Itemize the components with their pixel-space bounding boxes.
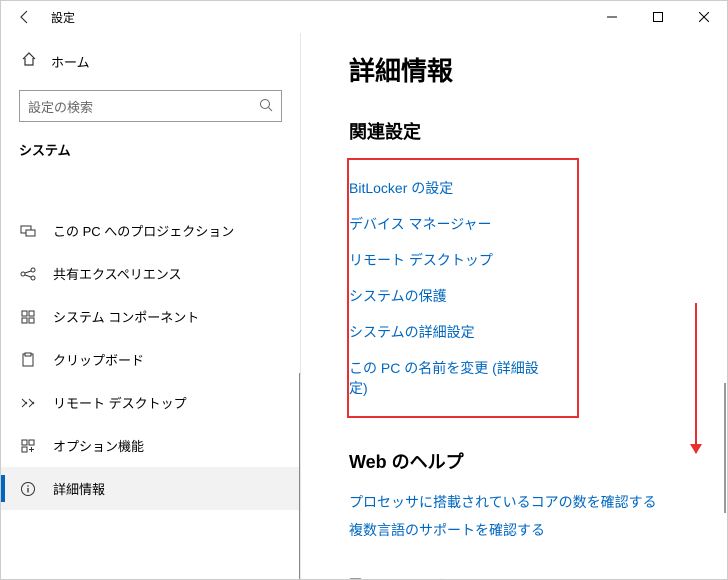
sidebar-item-label: クリップボード: [53, 350, 144, 369]
remote-desktop-icon: [19, 395, 37, 411]
help-icon: ?: [349, 577, 365, 580]
sidebar-item-label: 詳細情報: [53, 479, 105, 498]
sidebar-item-label: リモート デスクトップ: [53, 393, 187, 412]
link-processor-cores[interactable]: プロセッサに搭載されているコアの数を確認する: [349, 488, 727, 516]
sidebar-item-projection[interactable]: この PC へのプロジェクション: [1, 209, 300, 252]
sidebar: ホーム 設定の検索 システム この PC へのプロジェクション 共有エクスペリエ…: [1, 33, 301, 579]
maximize-icon: [653, 12, 663, 22]
search-placeholder: 設定の検索: [28, 97, 259, 116]
sidebar-item-optional-features[interactable]: オプション機能: [1, 424, 300, 467]
sidebar-section-title: システム: [1, 140, 300, 173]
search-input[interactable]: 設定の検索: [19, 90, 282, 122]
sidebar-divider: [299, 373, 300, 579]
info-icon: [19, 481, 37, 497]
sidebar-item-clipboard[interactable]: クリップボード: [1, 338, 300, 381]
sidebar-item-label: この PC へのプロジェクション: [53, 221, 234, 240]
link-remote-desktop[interactable]: リモート デスクトップ: [349, 242, 549, 278]
window-controls: [589, 1, 727, 33]
sidebar-item-label: システム コンポーネント: [53, 307, 199, 326]
page-title: 詳細情報: [349, 51, 727, 88]
back-button[interactable]: [9, 1, 41, 33]
link-system-protection[interactable]: システムの保護: [349, 278, 549, 314]
scrollbar-track[interactable]: [713, 33, 727, 579]
link-advanced-system-settings[interactable]: システムの詳細設定: [349, 314, 549, 350]
sidebar-home[interactable]: ホーム: [1, 43, 300, 80]
web-help-header: Web のヘルプ: [349, 448, 727, 474]
sidebar-item-about[interactable]: 詳細情報: [1, 467, 300, 510]
close-icon: [699, 12, 709, 22]
optional-features-icon: [19, 438, 37, 454]
titlebar: 設定: [1, 1, 727, 33]
sidebar-item-remote-desktop[interactable]: リモート デスクトップ: [1, 381, 300, 424]
link-rename-pc-advanced[interactable]: この PC の名前を変更 (詳細設定): [349, 350, 549, 406]
link-get-help[interactable]: ? ヘルプを表示: [349, 570, 727, 579]
scrollbar-thumb[interactable]: [724, 383, 726, 513]
link-multilang-support[interactable]: 複数言語のサポートを確認する: [349, 516, 727, 544]
container: ホーム 設定の検索 システム この PC へのプロジェクション 共有エクスペリエ…: [1, 33, 727, 579]
minimize-button[interactable]: [589, 1, 635, 33]
link-bitlocker[interactable]: BitLocker の設定: [349, 170, 549, 206]
sidebar-home-label: ホーム: [51, 52, 90, 71]
annotation-arrow: [695, 303, 697, 453]
link-label: ヘルプを表示: [379, 576, 463, 579]
sidebar-item-label: 共有エクスペリエンス: [53, 264, 181, 283]
close-button[interactable]: [681, 1, 727, 33]
projection-icon: [19, 223, 37, 239]
svg-text:?: ?: [354, 579, 359, 580]
nav-spacer: [1, 173, 300, 209]
clipboard-icon: [19, 352, 37, 368]
sidebar-item-system-components[interactable]: システム コンポーネント: [1, 295, 300, 338]
components-icon: [19, 309, 37, 325]
shared-icon: [19, 266, 37, 282]
arrow-left-icon: [17, 9, 33, 25]
maximize-button[interactable]: [635, 1, 681, 33]
link-device-manager[interactable]: デバイス マネージャー: [349, 206, 549, 242]
sidebar-item-label: オプション機能: [53, 436, 144, 455]
annotation-highlight-box: BitLocker の設定 デバイス マネージャー リモート デスクトップ シス…: [347, 158, 579, 418]
sidebar-item-shared-experiences[interactable]: 共有エクスペリエンス: [1, 252, 300, 295]
minimize-icon: [607, 12, 617, 22]
window-title: 設定: [51, 9, 75, 26]
main-content: 詳細情報 関連設定 BitLocker の設定 デバイス マネージャー リモート…: [301, 33, 727, 579]
search-icon: [259, 98, 273, 115]
related-settings-header: 関連設定: [349, 118, 727, 144]
home-icon: [21, 51, 37, 72]
